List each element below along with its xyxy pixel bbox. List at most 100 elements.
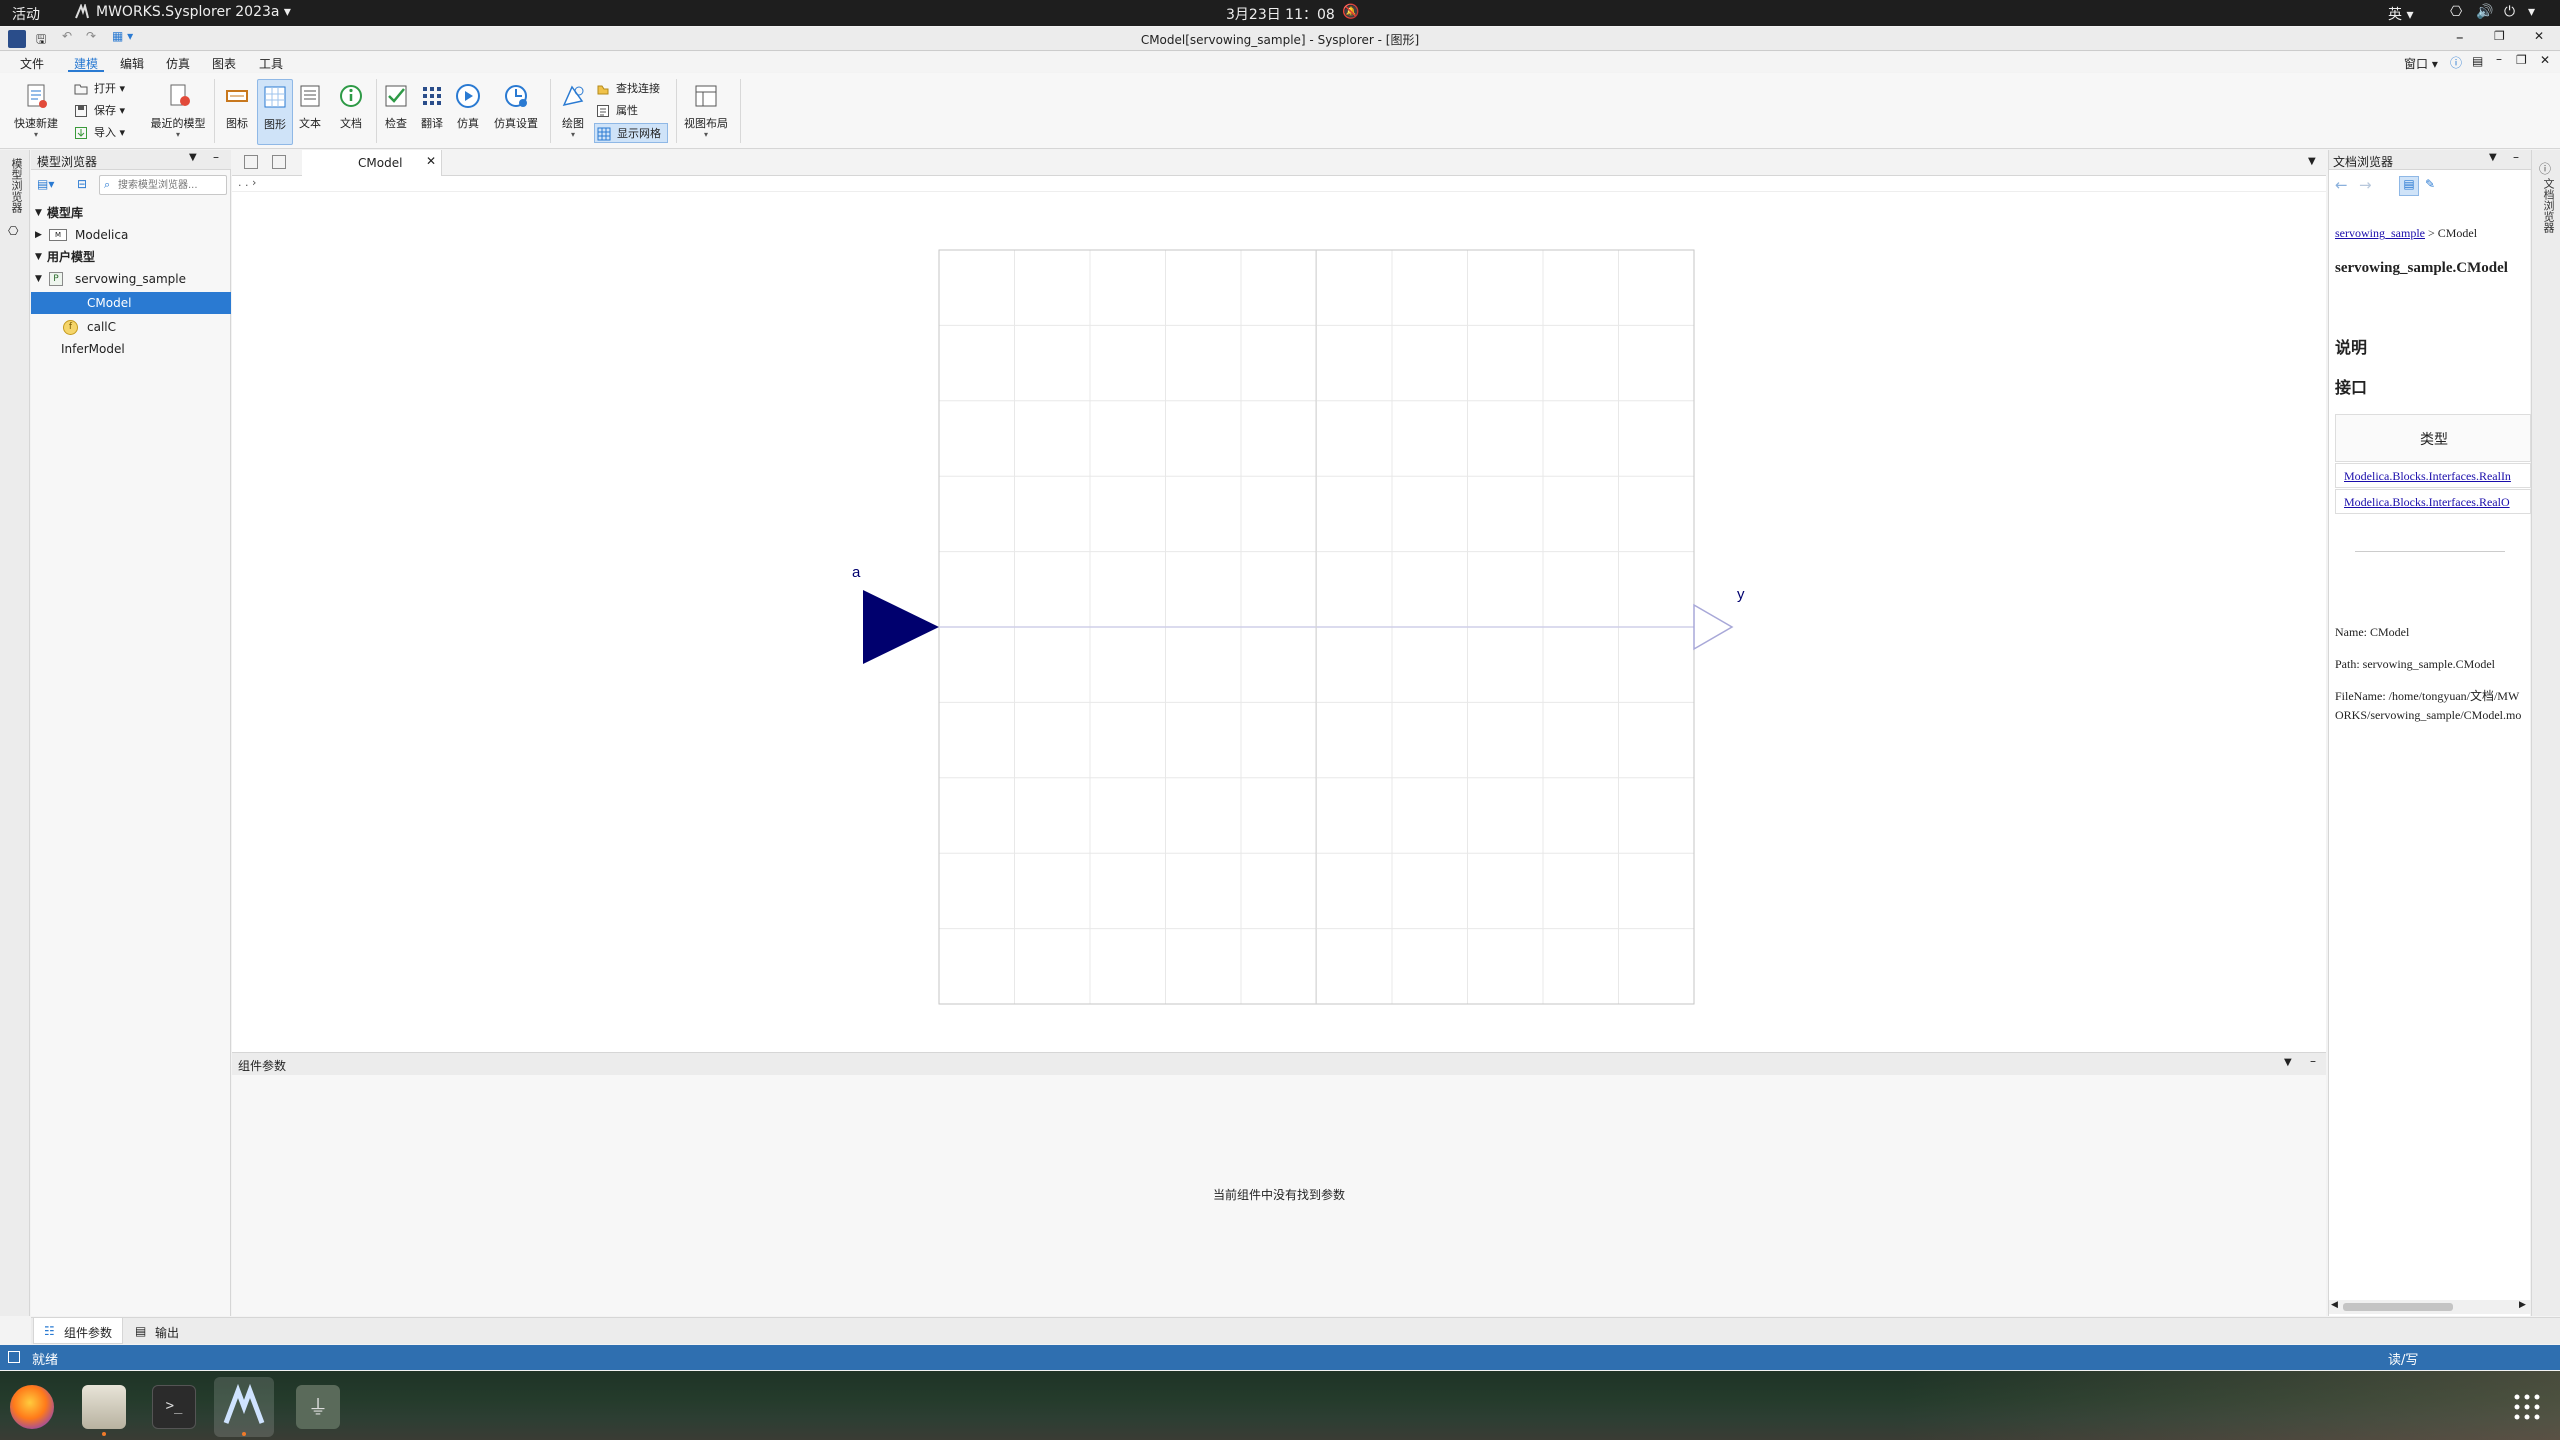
view-layout-button[interactable]: 视图布局 ▾ [680, 79, 732, 145]
expanded-arrow-icon[interactable]: ▼ [35, 268, 42, 290]
translate-button[interactable]: 翻译 [414, 79, 450, 145]
volume-icon[interactable]: 🔊 [2476, 4, 2493, 20]
interface-type-link[interactable]: Modelica.Blocks.Interfaces.RealIn [2344, 469, 2511, 484]
menu-edit[interactable]: 编辑 [120, 55, 144, 72]
diagram-view-button[interactable]: 图形 [257, 79, 293, 145]
model-search-input[interactable] [118, 177, 224, 193]
open-button[interactable]: 打开 ▾ [72, 79, 125, 99]
draw-button[interactable]: 绘图 ▾ [554, 79, 592, 145]
collapse-all-icon[interactable]: ⊟ [77, 177, 87, 191]
tree-item-infermodel[interactable]: InferModel [31, 338, 231, 360]
panel-menu-chevron-icon[interactable]: ▼ [2284, 1057, 2292, 1068]
scrollbar-thumb[interactable] [2343, 1303, 2453, 1311]
doc-browser-side-tab[interactable]: 文档浏览器 [2538, 178, 2556, 233]
menu-modeling[interactable]: 建模 [68, 52, 105, 72]
sim-settings-icon [505, 85, 527, 107]
system-menu-chevron-icon[interactable]: ▾ [2528, 4, 2535, 20]
list-icon: ☷ [44, 1324, 55, 1338]
expanded-arrow-icon[interactable]: ▼ [35, 246, 42, 268]
quick-new-button[interactable]: 快速新建 ▾ [12, 79, 60, 145]
save-button[interactable]: 保存 ▾ [72, 101, 125, 121]
mdi-restore-button[interactable]: ❐ [2516, 53, 2527, 67]
interface-type-link[interactable]: Modelica.Blocks.Interfaces.RealO [2344, 495, 2510, 510]
interface-table-header: 类型 [2335, 414, 2531, 462]
tree-section-library[interactable]: ▼ 模型库 [31, 202, 231, 224]
translate-icon [423, 87, 441, 105]
layout-icon[interactable]: ▤ [2472, 54, 2483, 68]
recent-models-button[interactable]: 最近的模型 ▾ [148, 79, 208, 145]
window-menu[interactable]: 窗口 ▾ [2404, 55, 2438, 72]
find-connection-button[interactable]: 查找连接 [594, 79, 660, 99]
check-button[interactable]: 检查 [378, 79, 414, 145]
ime-indicator[interactable]: 英 ▾ [2388, 4, 2413, 24]
simulate-button[interactable]: 仿真 [450, 79, 486, 145]
firefox-icon[interactable] [10, 1385, 54, 1429]
model-browser-side-tab[interactable]: 模型浏览器 [6, 158, 24, 213]
edit-doc-icon[interactable]: ✎ [2425, 177, 2435, 191]
usb-drive-icon[interactable]: ⏚ [296, 1385, 340, 1429]
bottom-dock-tabs: ☷ 组件参数 ▤ 输出 [31, 1317, 2560, 1344]
tree-item-cmodel[interactable]: CModel [31, 292, 231, 314]
files-icon[interactable] [82, 1385, 126, 1429]
forward-arrow-icon[interactable]: → [2359, 176, 2372, 194]
tree-view-options-icon[interactable]: ▤▾ [37, 177, 54, 191]
tree-item-modelica[interactable]: ▶ M Modelica [31, 224, 231, 246]
network-icon[interactable]: ⎔ [2450, 4, 2462, 20]
model-browser-title: 模型浏览器 [37, 155, 98, 169]
activities-button[interactable]: 活动 [12, 4, 40, 24]
expanded-arrow-icon[interactable]: ▼ [35, 202, 42, 224]
back-arrow-icon[interactable]: ← [2335, 176, 2348, 194]
left-dock-strip: 模型浏览器 ⎔ [0, 150, 30, 1316]
menu-tools[interactable]: 工具 [259, 55, 283, 72]
tree-item-servowing-sample[interactable]: ▼ P servowing_sample [31, 268, 231, 290]
document-view-button[interactable]: 文档 [333, 79, 369, 145]
menu-charts[interactable]: 图表 [212, 55, 236, 72]
show-apps-grid-icon[interactable] [2512, 1392, 2542, 1422]
menu-file[interactable]: 文件 [20, 55, 44, 72]
menu-simulation[interactable]: 仿真 [166, 55, 190, 72]
help-icon[interactable]: ⓘ [2450, 54, 2462, 71]
panel-minimize-button[interactable]: – [2513, 150, 2519, 164]
wallpaper-rock [1900, 1371, 2560, 1440]
doc-breadcrumb-link[interactable]: servowing_sample [2335, 226, 2425, 240]
output-label: y [1737, 586, 1745, 603]
close-window-button[interactable]: ✕ [2534, 29, 2544, 43]
power-icon[interactable]: ⏻ [2504, 4, 2515, 20]
import-icon [75, 127, 87, 139]
app-menu-button[interactable]: MWORKS.Sysplorer 2023a ▾ [96, 4, 291, 20]
view-doc-icon[interactable]: ▤ [2399, 176, 2419, 196]
input-connector-a[interactable] [863, 590, 939, 664]
output-connector-y[interactable] [1693, 603, 1734, 651]
clock[interactable]: 3月23日 11：08 [1226, 4, 1335, 24]
minimize-button[interactable]: – [2456, 28, 2464, 46]
panel-menu-chevron-icon[interactable]: ▼ [2489, 152, 2497, 163]
tree-item-callc[interactable]: f callC [31, 316, 231, 338]
scroll-left-icon[interactable]: ◀ [2331, 1300, 2338, 1310]
simulation-settings-button[interactable]: 仿真设置 [490, 79, 542, 145]
diagram-canvas[interactable]: a y [232, 150, 2326, 1052]
import-button[interactable]: 导入 ▾ [72, 123, 125, 143]
restore-button[interactable]: ❐ [2494, 29, 2505, 43]
properties-button[interactable]: 属性 [594, 101, 638, 121]
tree-section-user-models[interactable]: ▼ 用户模型 [31, 246, 231, 268]
mdi-minimize-button[interactable]: – [2496, 52, 2502, 66]
icon-view-icon [226, 90, 248, 102]
tab-output[interactable]: ▤ 输出 [131, 1318, 201, 1344]
component-params-panel: 组件参数 ▼ – 当前组件中没有找到参数 [232, 1052, 2326, 1316]
running-indicator [242, 1432, 246, 1436]
tab-component-params[interactable]: ☷ 组件参数 [33, 1318, 123, 1344]
panel-minimize-button[interactable]: – [2310, 1054, 2316, 1068]
panel-menu-chevron-icon[interactable]: ▼ [189, 152, 197, 163]
panel-minimize-button[interactable]: – [213, 150, 219, 164]
icon-view-button[interactable]: 图标 [215, 79, 259, 145]
sysplorer-taskbar-icon[interactable] [214, 1377, 274, 1437]
mdi-close-button[interactable]: ✕ [2540, 53, 2550, 67]
show-grid-toggle[interactable]: 显示网格 [594, 123, 668, 143]
scroll-right-icon[interactable]: ▶ [2519, 1300, 2526, 1310]
terminal-icon[interactable]: >_ [152, 1385, 196, 1429]
text-view-button[interactable]: 文本 [292, 79, 328, 145]
new-model-icon [27, 84, 47, 108]
collapsed-arrow-icon[interactable]: ▶ [35, 224, 42, 246]
doc-horizontal-scrollbar[interactable]: ◀ ▶ [2329, 1300, 2531, 1314]
desktop-taskbar [0, 1371, 2560, 1440]
